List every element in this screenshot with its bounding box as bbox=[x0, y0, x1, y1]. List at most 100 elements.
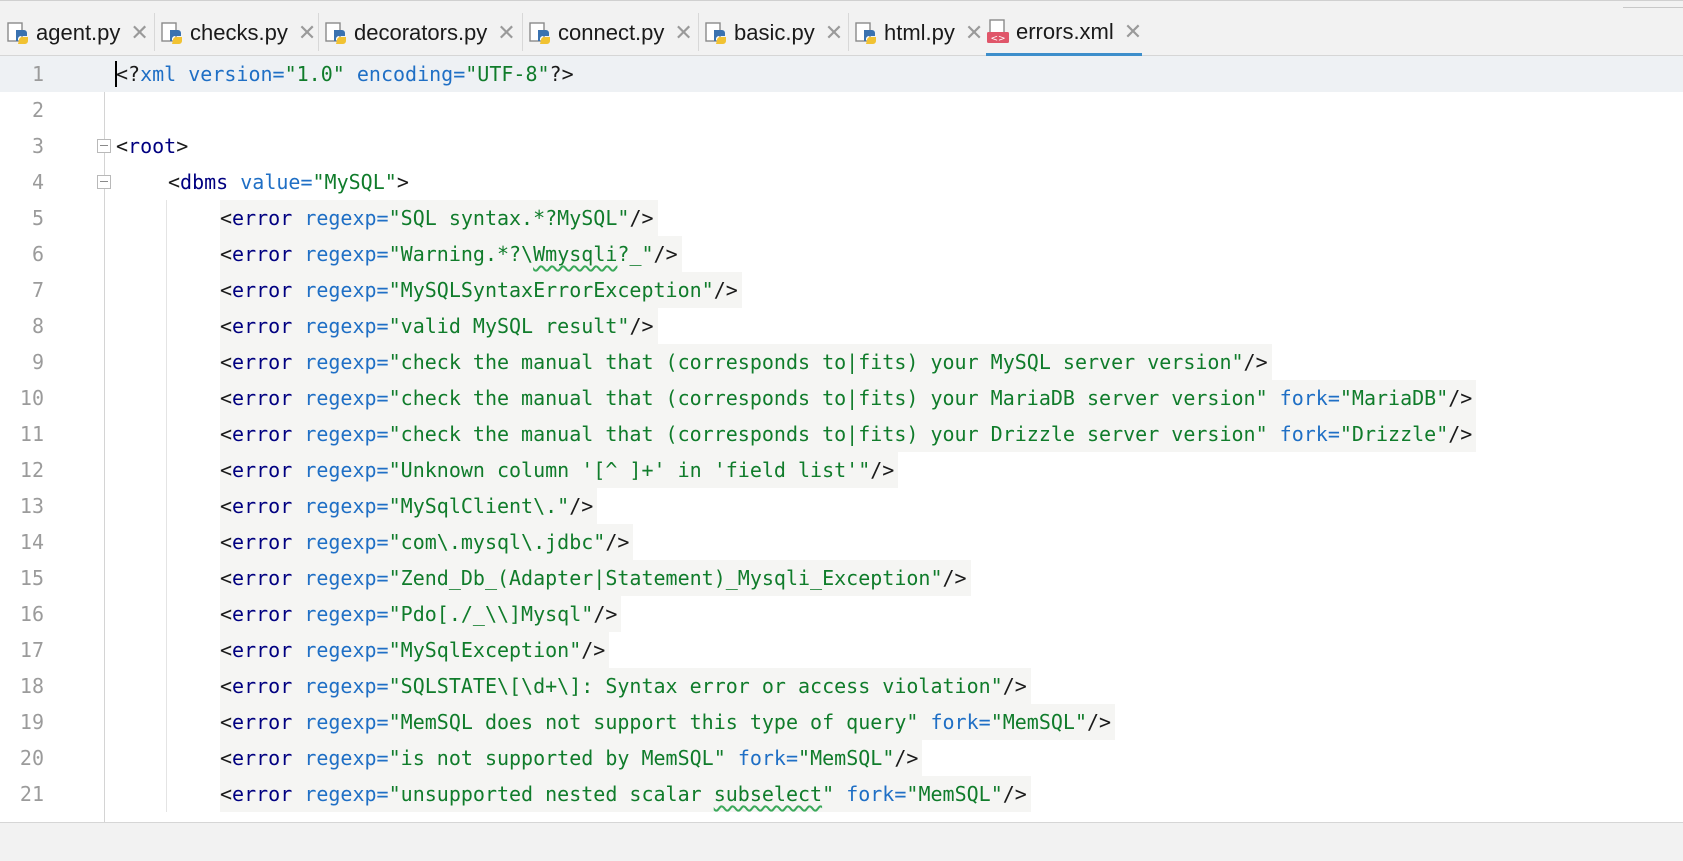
close-icon[interactable]: ✕ bbox=[1124, 21, 1142, 43]
code-token: error bbox=[232, 242, 293, 266]
code-text: <error regexp="Warning.*?\Wmysqli?_"/> bbox=[220, 236, 682, 272]
tab-separator bbox=[698, 13, 699, 51]
code-line[interactable]: 10 <error regexp="check the manual that (… bbox=[0, 380, 1683, 416]
close-icon[interactable]: ✕ bbox=[497, 22, 515, 44]
close-icon[interactable]: ✕ bbox=[674, 22, 692, 44]
tab-separator bbox=[848, 13, 849, 51]
code-token: error bbox=[232, 386, 293, 410]
code-line[interactable]: 19 <error regexp="MemSQL does not support… bbox=[0, 704, 1683, 740]
tab-label: html.py bbox=[884, 20, 955, 45]
tab-checks-py[interactable]: checks.py ✕ bbox=[160, 11, 316, 55]
code-token: "1.0" bbox=[284, 62, 345, 86]
indent-guide bbox=[166, 200, 167, 812]
code-line[interactable]: 11 <error regexp="check the manual that (… bbox=[0, 416, 1683, 452]
code-text: <error regexp="Unknown column '[^ ]+' in… bbox=[220, 452, 899, 488]
code-token: regexp= bbox=[304, 602, 389, 626]
code-line[interactable]: 15 <error regexp="Zend_Db_(Adapter|Statem… bbox=[0, 560, 1683, 596]
code-token: < bbox=[220, 530, 233, 554]
code-token: < bbox=[220, 278, 233, 302]
tab-label: decorators.py bbox=[354, 20, 488, 45]
code-line[interactable]: 17 <error regexp="MySqlException"/> bbox=[0, 632, 1683, 668]
code-token: "Warning.*?\ bbox=[388, 242, 534, 266]
code-text: <error regexp="MySQLSyntaxErrorException… bbox=[220, 272, 742, 308]
code-line[interactable]: 12 <error regexp="Unknown column '[^ ]+' … bbox=[0, 452, 1683, 488]
line-number: 15 bbox=[19, 566, 44, 590]
code-token: "unsupported nested scalar bbox=[388, 782, 714, 806]
code-token: error bbox=[232, 278, 293, 302]
code-token: regexp= bbox=[304, 710, 389, 734]
code-line[interactable]: 18 <error regexp="SQLSTATE\[\d+\]: Syntax… bbox=[0, 668, 1683, 704]
code-line[interactable]: 1 <?xml version="1.0" encoding="UTF-8"?> bbox=[0, 56, 1683, 92]
code-line[interactable]: 16 <error regexp="Pdo[./_\\]Mysql"/> bbox=[0, 596, 1683, 632]
tab-label: basic.py bbox=[734, 20, 815, 45]
code-editor[interactable]: 1 <?xml version="1.0" encoding="UTF-8"?> 2… bbox=[0, 56, 1683, 822]
code-line[interactable]: 2 bbox=[0, 92, 1683, 128]
code-token: /> bbox=[1087, 710, 1112, 734]
code-token: /> bbox=[1002, 674, 1027, 698]
code-line[interactable]: 5 <error regexp="SQL syntax.*?MySQL"/> bbox=[0, 200, 1683, 236]
code-line[interactable]: 7 <error regexp="MySQLSyntaxErrorExceptio… bbox=[0, 272, 1683, 308]
tab-connect-py[interactable]: connect.py ✕ bbox=[528, 11, 693, 55]
code-line[interactable]: 13 <error regexp="MySqlClient\."/> bbox=[0, 488, 1683, 524]
close-icon[interactable]: ✕ bbox=[965, 22, 983, 44]
close-icon[interactable]: ✕ bbox=[130, 22, 148, 44]
code-token: < bbox=[220, 242, 233, 266]
tab-html-py[interactable]: html.py ✕ bbox=[854, 11, 983, 55]
line-number: 7 bbox=[31, 278, 44, 302]
tab-agent-py[interactable]: agent.py ✕ bbox=[6, 11, 149, 55]
code-token: /> bbox=[581, 638, 606, 662]
code-token: "MemSQL" bbox=[990, 710, 1088, 734]
fold-toggle-icon[interactable] bbox=[97, 175, 111, 189]
code-line[interactable]: 4 <dbms value="MySQL"> bbox=[0, 164, 1683, 200]
code-token: "MySQL" bbox=[312, 170, 397, 194]
code-token: "MemSQL" bbox=[798, 746, 895, 770]
tab-errors-xml[interactable]: <> errors.xml ✕ bbox=[986, 11, 1143, 57]
code-line[interactable]: 6 <error regexp="Warning.*?\Wmysqli?_"/> bbox=[0, 236, 1683, 272]
code-token: /> bbox=[713, 278, 738, 302]
code-token: < bbox=[220, 638, 233, 662]
close-icon[interactable]: ✕ bbox=[298, 22, 316, 44]
code-token: fork= bbox=[930, 710, 991, 734]
code-token: "SQLSTATE\[\d+\]: Syntax error or access… bbox=[388, 674, 1003, 698]
tab-separator bbox=[318, 13, 319, 51]
code-token: < bbox=[220, 566, 233, 590]
line-number: 20 bbox=[19, 746, 44, 770]
code-line[interactable]: 14 <error regexp="com\.mysql\.jdbc"/> bbox=[0, 524, 1683, 560]
tab-decorators-py[interactable]: decorators.py ✕ bbox=[324, 11, 516, 55]
code-token: error bbox=[232, 350, 293, 374]
code-token: root bbox=[128, 134, 177, 158]
code-token: error bbox=[232, 602, 293, 626]
code-line[interactable]: 21 <error regexp="unsupported nested scal… bbox=[0, 776, 1683, 812]
code-token: "Zend_Db_(Adapter|Statement)_Mysqli_Exce… bbox=[388, 566, 943, 590]
code-text: <error regexp="unsupported nested scalar… bbox=[220, 776, 1031, 812]
code-token: /> bbox=[653, 242, 678, 266]
code-line[interactable]: 8 <error regexp="valid MySQL result"/> bbox=[0, 308, 1683, 344]
code-token: /> bbox=[870, 458, 895, 482]
tab-label: checks.py bbox=[190, 20, 288, 45]
code-line[interactable]: 20 <error regexp="is not supported by Mem… bbox=[0, 740, 1683, 776]
code-line[interactable]: 3 <root> bbox=[0, 128, 1683, 164]
fold-toggle-icon[interactable] bbox=[97, 139, 111, 153]
code-token: < bbox=[220, 350, 233, 374]
code-token: /> bbox=[629, 314, 654, 338]
close-icon[interactable]: ✕ bbox=[825, 22, 843, 44]
code-token: /> bbox=[569, 494, 594, 518]
code-token: regexp= bbox=[304, 458, 389, 482]
code-token: regexp= bbox=[304, 638, 389, 662]
code-line[interactable]: 9 <error regexp="check the manual that (c… bbox=[0, 344, 1683, 380]
code-token: fork= bbox=[737, 746, 799, 770]
code-token: "check the manual that (corresponds to|f… bbox=[388, 350, 1244, 374]
tab-basic-py[interactable]: basic.py ✕ bbox=[704, 11, 843, 55]
